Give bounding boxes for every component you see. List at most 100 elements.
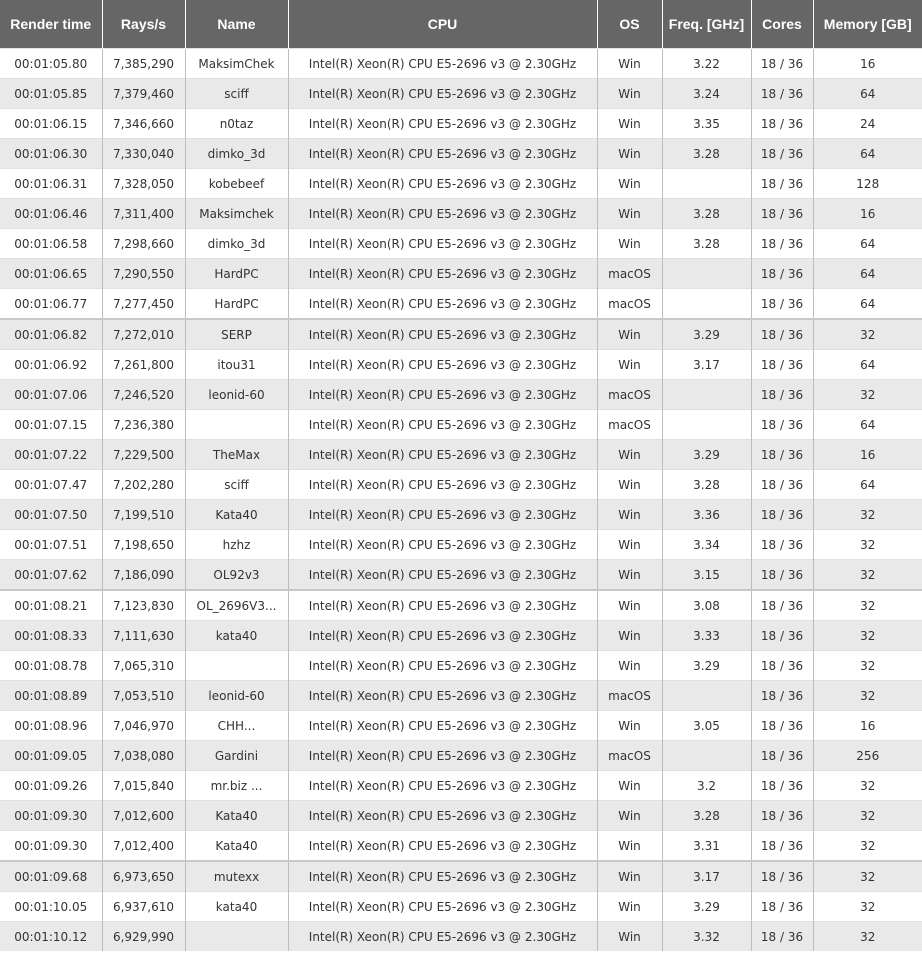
cell-cores: 18 / 36	[751, 258, 814, 289]
cell-cores: 18 / 36	[751, 48, 814, 79]
cell-render-time: 00:01:07.62	[0, 559, 103, 590]
cell-cpu: Intel(R) Xeon(R) CPU E5-2696 v3 @ 2.30GH…	[288, 108, 598, 139]
cell-cores: 18 / 36	[751, 770, 814, 801]
cell-frequency: 3.28	[662, 228, 752, 259]
cell-frequency: 3.28	[662, 198, 752, 229]
column-header-frequency[interactable]: Freq. [GHz]	[662, 0, 752, 49]
cell-os: Win	[597, 860, 663, 892]
cell-cores: 18 / 36	[751, 469, 814, 500]
cell-name: Maksimchek	[185, 198, 289, 229]
cell-name: OL92v3	[185, 559, 289, 590]
cell-memory: 32	[813, 860, 922, 892]
column-header-name[interactable]: Name	[185, 0, 289, 49]
table-row: 00:01:06.58 7,298,660 dimko_3d Intel(R) Xeo…	[0, 228, 922, 259]
cell-render-time: 00:01:06.92	[0, 349, 103, 380]
cell-cores: 18 / 36	[751, 830, 814, 861]
table-row: 00:01:10.12 6,929,990 Intel(R) Xeon(R) CPU…	[0, 921, 922, 951]
table-row: 00:01:08.78 7,065,310 Intel(R) Xeon(R) CPU…	[0, 650, 922, 681]
cell-rays-per-second: 7,123,830	[102, 589, 186, 621]
cell-render-time: 00:01:07.06	[0, 379, 103, 410]
cell-render-time: 00:01:09.26	[0, 770, 103, 801]
cell-cpu: Intel(R) Xeon(R) CPU E5-2696 v3 @ 2.30GH…	[288, 288, 598, 319]
cell-os: Win	[597, 800, 663, 831]
cell-frequency	[662, 680, 752, 711]
table-row: 00:01:09.68 6,973,650 mutexx Intel(R) Xeon(…	[0, 860, 922, 892]
cell-frequency	[662, 379, 752, 410]
cell-render-time: 00:01:07.51	[0, 529, 103, 560]
column-header-cores[interactable]: Cores	[751, 0, 814, 49]
cell-render-time: 00:01:09.30	[0, 830, 103, 861]
cell-memory: 128	[813, 168, 922, 199]
cell-memory: 32	[813, 921, 922, 951]
cell-render-time: 00:01:09.05	[0, 740, 103, 771]
cell-os: Win	[597, 921, 663, 951]
cell-frequency: 3.24	[662, 78, 752, 109]
cell-name: sciff	[185, 469, 289, 500]
column-header-rays-per-second[interactable]: Rays/s	[102, 0, 186, 49]
cell-cpu: Intel(R) Xeon(R) CPU E5-2696 v3 @ 2.30GH…	[288, 710, 598, 741]
cell-rays-per-second: 7,012,600	[102, 800, 186, 831]
cell-os: Win	[597, 48, 663, 79]
cell-rays-per-second: 7,246,520	[102, 379, 186, 410]
cell-cpu: Intel(R) Xeon(R) CPU E5-2696 v3 @ 2.30GH…	[288, 589, 598, 621]
cell-memory: 16	[813, 198, 922, 229]
table-row: 00:01:05.85 7,379,460 sciff Intel(R) Xeon(R…	[0, 78, 922, 109]
cell-memory: 16	[813, 48, 922, 79]
cell-cores: 18 / 36	[751, 800, 814, 831]
cell-memory: 64	[813, 258, 922, 289]
cell-frequency: 3.35	[662, 108, 752, 139]
cell-cpu: Intel(R) Xeon(R) CPU E5-2696 v3 @ 2.30GH…	[288, 650, 598, 681]
cell-frequency: 3.34	[662, 529, 752, 560]
cell-cores: 18 / 36	[751, 198, 814, 229]
cell-name: TheMax	[185, 439, 289, 470]
cell-render-time: 00:01:06.31	[0, 168, 103, 199]
cell-cpu: Intel(R) Xeon(R) CPU E5-2696 v3 @ 2.30GH…	[288, 379, 598, 410]
cell-name: leonid-60	[185, 379, 289, 410]
cell-cpu: Intel(R) Xeon(R) CPU E5-2696 v3 @ 2.30GH…	[288, 349, 598, 380]
cell-os: Win	[597, 318, 663, 350]
cell-memory: 32	[813, 529, 922, 560]
cell-os: Win	[597, 439, 663, 470]
table-row: 00:01:10.05 6,937,610 kata40 Intel(R) Xeon(…	[0, 891, 922, 922]
cell-name: itou31	[185, 349, 289, 380]
cell-os: macOS	[597, 379, 663, 410]
table-row: 00:01:07.51 7,198,650 hzhz Intel(R) Xeon(R)…	[0, 529, 922, 560]
cell-render-time: 00:01:05.80	[0, 48, 103, 79]
column-header-os[interactable]: OS	[597, 0, 663, 49]
cell-frequency: 3.36	[662, 499, 752, 530]
cell-cores: 18 / 36	[751, 620, 814, 651]
cell-frequency	[662, 288, 752, 319]
cell-cores: 18 / 36	[751, 288, 814, 319]
cell-cores: 18 / 36	[751, 529, 814, 560]
cell-frequency: 3.31	[662, 830, 752, 861]
cell-os: macOS	[597, 258, 663, 289]
column-header-memory[interactable]: Memory [GB]	[813, 0, 922, 49]
cell-cores: 18 / 36	[751, 891, 814, 922]
cell-name: SERP	[185, 318, 289, 350]
column-header-render-time[interactable]: Render time	[0, 0, 103, 49]
cell-name: dimko_3d	[185, 138, 289, 169]
cell-memory: 32	[813, 620, 922, 651]
table-row: 00:01:06.30 7,330,040 dimko_3d Intel(R) Xeo…	[0, 138, 922, 169]
cell-rays-per-second: 7,261,800	[102, 349, 186, 380]
column-header-cpu[interactable]: CPU	[288, 0, 598, 49]
table-row: 00:01:08.96 7,046,970 CHH... Intel(R) Xeon(…	[0, 710, 922, 741]
cell-frequency: 3.29	[662, 650, 752, 681]
cell-name: mr.biz ...	[185, 770, 289, 801]
cell-rays-per-second: 7,015,840	[102, 770, 186, 801]
cell-frequency	[662, 168, 752, 199]
cell-cores: 18 / 36	[751, 559, 814, 590]
cell-render-time: 00:01:08.21	[0, 589, 103, 621]
cell-name: sciff	[185, 78, 289, 109]
cell-memory: 32	[813, 559, 922, 590]
cell-render-time: 00:01:06.65	[0, 258, 103, 289]
cell-frequency: 3.28	[662, 469, 752, 500]
cell-name: hzhz	[185, 529, 289, 560]
cell-memory: 24	[813, 108, 922, 139]
cell-cores: 18 / 36	[751, 439, 814, 470]
cell-cpu: Intel(R) Xeon(R) CPU E5-2696 v3 @ 2.30GH…	[288, 830, 598, 861]
cell-rays-per-second: 7,330,040	[102, 138, 186, 169]
cell-memory: 32	[813, 891, 922, 922]
table-row: 00:01:06.31 7,328,050 kobebeef Intel(R) Xeo…	[0, 168, 922, 199]
cell-render-time: 00:01:07.15	[0, 409, 103, 440]
